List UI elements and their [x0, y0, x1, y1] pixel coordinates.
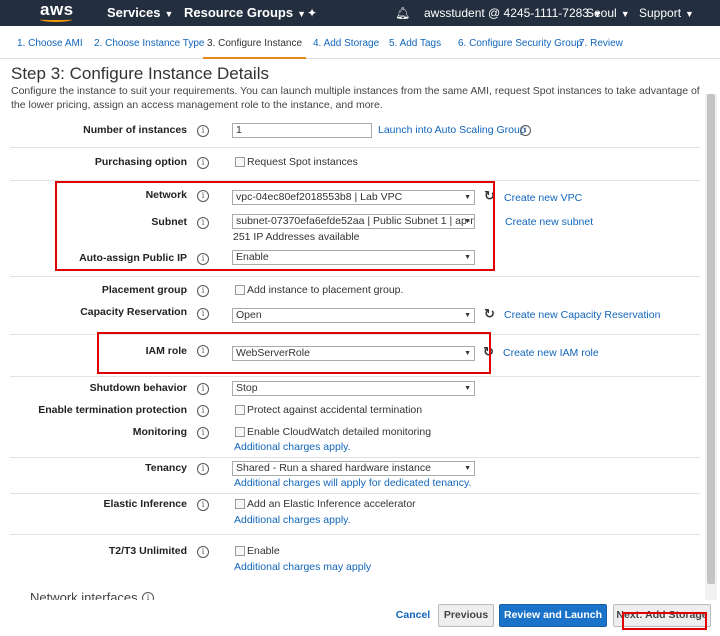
info-icon[interactable]: i: [197, 125, 209, 137]
elastic-inference-charges-link[interactable]: Additional charges apply.: [234, 514, 351, 526]
chevron-down-icon: ▼: [464, 312, 471, 319]
termination-protection-checkbox-label: Protect against accidental termination: [247, 404, 423, 416]
cancel-button[interactable]: Cancel: [388, 604, 438, 627]
number-of-instances-label: Number of instances: [83, 124, 187, 136]
info-icon[interactable]: i: [197, 499, 209, 511]
support-label: Support: [639, 6, 682, 20]
shutdown-behavior-label: Shutdown behavior: [89, 382, 187, 394]
info-icon[interactable]: i: [197, 308, 209, 320]
info-icon[interactable]: i: [520, 125, 531, 136]
capacity-reservation-label: Capacity Reservation: [80, 306, 187, 318]
placement-group-checkbox-label: Add instance to placement group.: [247, 284, 404, 296]
divider: [10, 493, 700, 494]
monitoring-charges-link[interactable]: Additional charges apply.: [234, 441, 351, 453]
aws-logo-smile: [40, 17, 72, 22]
elastic-inference-checkbox-label: Add an Elastic Inference accelerator: [247, 498, 416, 510]
chevron-down-icon: ▼: [620, 9, 630, 19]
tab-add-storage[interactable]: 4. Add Storage: [313, 26, 379, 59]
review-and-launch-button[interactable]: Review and Launch: [499, 604, 607, 627]
info-icon[interactable]: i: [197, 383, 209, 395]
divider: [10, 457, 700, 458]
shutdown-behavior-select[interactable]: Stop ▼: [232, 381, 475, 396]
highlight-next-button-box: [622, 612, 707, 630]
capacity-reservation-select[interactable]: Open ▼: [232, 308, 475, 323]
resource-groups-menu[interactable]: Resource Groups ▼: [184, 0, 306, 26]
number-of-instances-input[interactable]: 1: [232, 123, 372, 138]
region-label: Seoul: [586, 6, 617, 20]
create-new-vpc-link[interactable]: Create new VPC: [504, 192, 582, 204]
t2t3-unlimited-checkbox-label: Enable: [247, 545, 280, 557]
support-menu[interactable]: Support ▼: [639, 0, 694, 26]
account-menu[interactable]: awsstudent @ 4245-1111-7283 ▼: [424, 0, 602, 26]
purchasing-option-label: Purchasing option: [94, 156, 187, 168]
tab-configure-instance[interactable]: 3. Configure Instance: [202, 26, 307, 59]
resource-groups-label: Resource Groups: [184, 5, 294, 20]
chevron-down-icon: ▼: [685, 9, 694, 19]
shutdown-behavior-value: Stop: [236, 382, 258, 394]
monitoring-checkbox[interactable]: [235, 427, 245, 437]
create-new-subnet-link[interactable]: Create new subnet: [505, 216, 593, 228]
tab-add-tags[interactable]: 5. Add Tags: [389, 26, 441, 59]
tenancy-label: Tenancy: [145, 462, 187, 474]
region-menu[interactable]: Seoul ▼: [586, 0, 630, 26]
highlight-iam-role-box: [97, 332, 491, 374]
info-icon[interactable]: i: [197, 463, 209, 475]
create-iam-role-link[interactable]: Create new IAM role: [503, 347, 599, 359]
chevron-down-icon: ▼: [164, 9, 174, 19]
page-description: Configure the instance to suit your requ…: [11, 85, 700, 111]
monitoring-checkbox-label: Enable CloudWatch detailed monitoring: [247, 426, 432, 438]
capacity-reservation-value: Open: [236, 309, 262, 321]
launch-into-asg-link[interactable]: Launch into Auto Scaling Group: [378, 124, 526, 136]
info-icon[interactable]: i: [197, 546, 209, 558]
info-icon[interactable]: i: [197, 157, 209, 169]
chevron-down-icon: ▼: [464, 465, 471, 472]
t2t3-unlimited-label: T2/T3 Unlimited: [108, 545, 187, 557]
spot-instances-checkbox-label: Request Spot instances: [247, 156, 358, 168]
monitoring-label: Monitoring: [132, 426, 187, 438]
footer: Cancel Previous Review and Launch Next: …: [0, 600, 720, 636]
tenancy-charges-link[interactable]: Additional charges will apply for dedica…: [234, 477, 471, 489]
top-nav: aws Services ▼ Resource Groups ▼ ✦ 🔔︎ awss…: [0, 0, 720, 26]
wizard-tabs: 1. Choose AMI 2. Choose Instance Type 3.…: [0, 26, 720, 59]
elastic-inference-label: Elastic Inference: [103, 498, 187, 510]
t2t3-unlimited-checkbox[interactable]: [235, 546, 245, 556]
divider: [10, 147, 700, 148]
chevron-down-icon: ▼: [297, 9, 307, 19]
tenancy-select[interactable]: Shared - Run a shared hardware instance ▼: [232, 461, 475, 476]
elastic-inference-checkbox[interactable]: [235, 499, 245, 509]
termination-protection-label: Enable termination protection: [38, 404, 187, 416]
tenancy-value: Shared - Run a shared hardware instance: [236, 462, 431, 474]
divider: [10, 376, 700, 377]
tab-review[interactable]: 7. Review: [579, 26, 623, 59]
refresh-icon[interactable]: ↻: [484, 307, 495, 321]
page-title: Step 3: Configure Instance Details: [11, 64, 269, 83]
chevron-down-icon: ▼: [464, 385, 471, 392]
placement-group-checkbox[interactable]: [235, 285, 245, 295]
placement-group-label: Placement group: [101, 284, 187, 296]
spot-instances-checkbox[interactable]: [235, 157, 245, 167]
divider: [10, 534, 700, 535]
scrollbar[interactable]: [705, 94, 717, 602]
info-icon[interactable]: i: [197, 285, 209, 297]
services-label: Services: [107, 5, 161, 20]
tab-configure-security-group[interactable]: 6. Configure Security Group: [458, 26, 582, 59]
services-menu[interactable]: Services ▼: [107, 0, 173, 26]
previous-button[interactable]: Previous: [438, 604, 494, 627]
highlight-network-box: [55, 181, 495, 271]
divider: [10, 276, 700, 277]
bell-icon[interactable]: 🔔︎: [395, 0, 410, 26]
info-icon[interactable]: i: [197, 427, 209, 439]
t2t3-charges-link[interactable]: Additional charges may apply: [234, 561, 371, 573]
termination-protection-checkbox[interactable]: [235, 405, 245, 415]
scrollbar-thumb[interactable]: [707, 94, 715, 584]
account-label: awsstudent @ 4245-1111-7283: [424, 6, 589, 20]
create-capacity-reservation-link[interactable]: Create new Capacity Reservation: [504, 309, 660, 321]
tab-choose-instance-type[interactable]: 2. Choose Instance Type: [94, 26, 204, 59]
tab-choose-ami[interactable]: 1. Choose AMI: [17, 26, 83, 59]
pin-icon[interactable]: ✦: [307, 0, 317, 26]
info-icon[interactable]: i: [197, 405, 209, 417]
